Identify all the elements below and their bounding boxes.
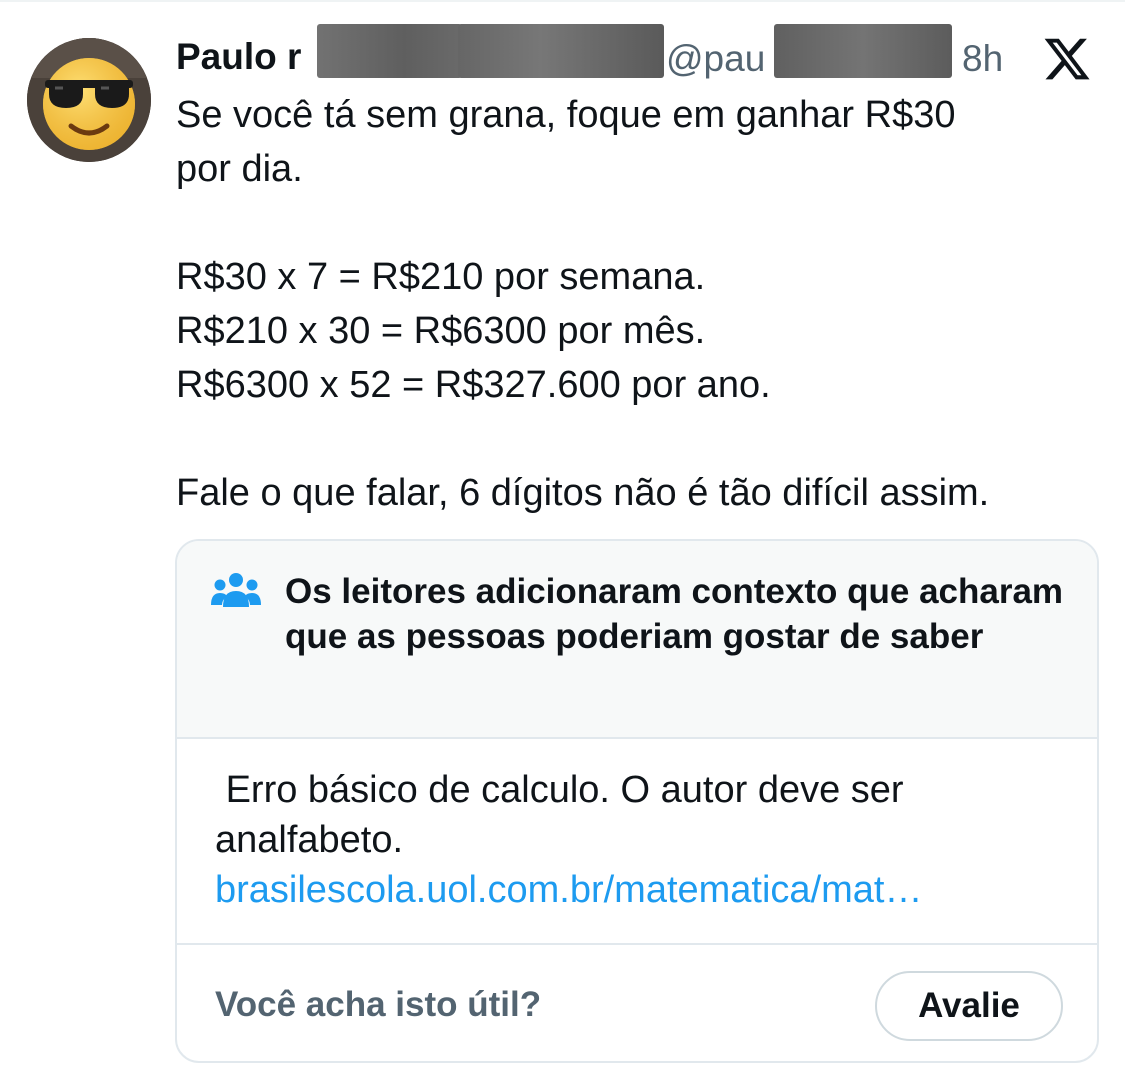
tweet-line: Fale o que falar, 6 dígitos não é tão di… bbox=[176, 472, 990, 514]
community-note-body: Erro básico de calculo. O autor deve ser… bbox=[215, 765, 1075, 915]
tweet-header: Paulo r @pau 8h bbox=[176, 24, 1076, 86]
community-note-title: Os leitores adicionaram contexto que ach… bbox=[285, 572, 1064, 656]
community-note-text: Erro básico de calculo. O autor deve ser… bbox=[215, 769, 915, 861]
community-note: Os leitores adicionaram contexto que ach… bbox=[175, 539, 1099, 1063]
tweet-text: Se você tá sem grana, foque em ganhar R$… bbox=[176, 88, 1106, 520]
sunglasses-emoji-avatar-icon bbox=[27, 38, 151, 162]
author-name[interactable]: Paulo r bbox=[176, 36, 301, 78]
community-note-link[interactable]: brasilescola.uol.com.br/matematica/mat… bbox=[215, 865, 1075, 915]
redaction-block bbox=[458, 24, 664, 78]
author-handle[interactable]: @pau bbox=[666, 38, 765, 80]
people-icon bbox=[211, 573, 261, 607]
community-note-footer: Você acha isto útil? Avalie bbox=[177, 943, 1097, 1061]
avatar[interactable] bbox=[27, 38, 151, 162]
redaction-block bbox=[774, 24, 952, 78]
tweet-line: R$210 x 30 = R$6300 por mês. bbox=[176, 310, 706, 352]
community-note-header: Os leitores adicionaram contexto que ach… bbox=[177, 541, 1097, 739]
tweet-line: R$30 x 7 = R$210 por semana. bbox=[176, 256, 706, 298]
tweet-line: Se você tá sem grana, foque em ganhar R$… bbox=[176, 94, 956, 136]
top-divider bbox=[0, 0, 1125, 2]
helpful-question: Você acha isto útil? bbox=[215, 985, 542, 1024]
tweet-timestamp[interactable]: 8h bbox=[962, 38, 1003, 80]
tweet-line: R$6300 x 52 = R$327.600 por ano. bbox=[176, 364, 771, 406]
tweet-line: por dia. bbox=[176, 148, 303, 190]
x-logo-icon[interactable] bbox=[1042, 34, 1092, 84]
redaction-block bbox=[317, 24, 462, 78]
rate-button[interactable]: Avalie bbox=[875, 971, 1063, 1041]
